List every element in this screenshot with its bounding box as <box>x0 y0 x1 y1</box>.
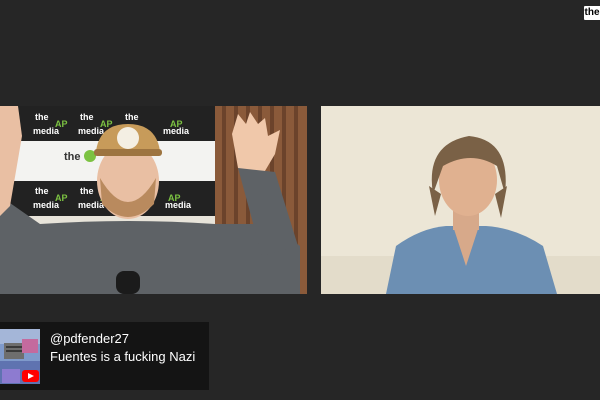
youtube-icon <box>22 370 39 382</box>
channel-logo-text: the <box>584 7 600 18</box>
video-feed-right-image <box>321 106 600 294</box>
svg-text:AP: AP <box>170 119 183 129</box>
svg-text:the: the <box>125 112 139 122</box>
svg-text:the: the <box>35 186 49 196</box>
video-feed-left: the media the media the media the media the m… <box>0 106 307 294</box>
video-feed-left-image: themedia themedia themedia themedia them… <box>0 106 307 294</box>
comment-text: Fuentes is a fucking Nazi <box>50 349 196 364</box>
svg-text:AP: AP <box>55 119 68 129</box>
comment-username: @pdfender27 <box>50 331 129 346</box>
svg-text:the: the <box>64 151 81 163</box>
svg-text:AP: AP <box>55 193 68 203</box>
svg-text:the: the <box>80 186 94 196</box>
svg-text:the: the <box>35 112 49 122</box>
svg-text:AP: AP <box>100 119 113 129</box>
video-feed-right <box>321 106 600 294</box>
svg-text:the: the <box>80 112 94 122</box>
svg-text:AP: AP <box>168 193 181 203</box>
channel-logo-badge: the <box>584 6 600 20</box>
